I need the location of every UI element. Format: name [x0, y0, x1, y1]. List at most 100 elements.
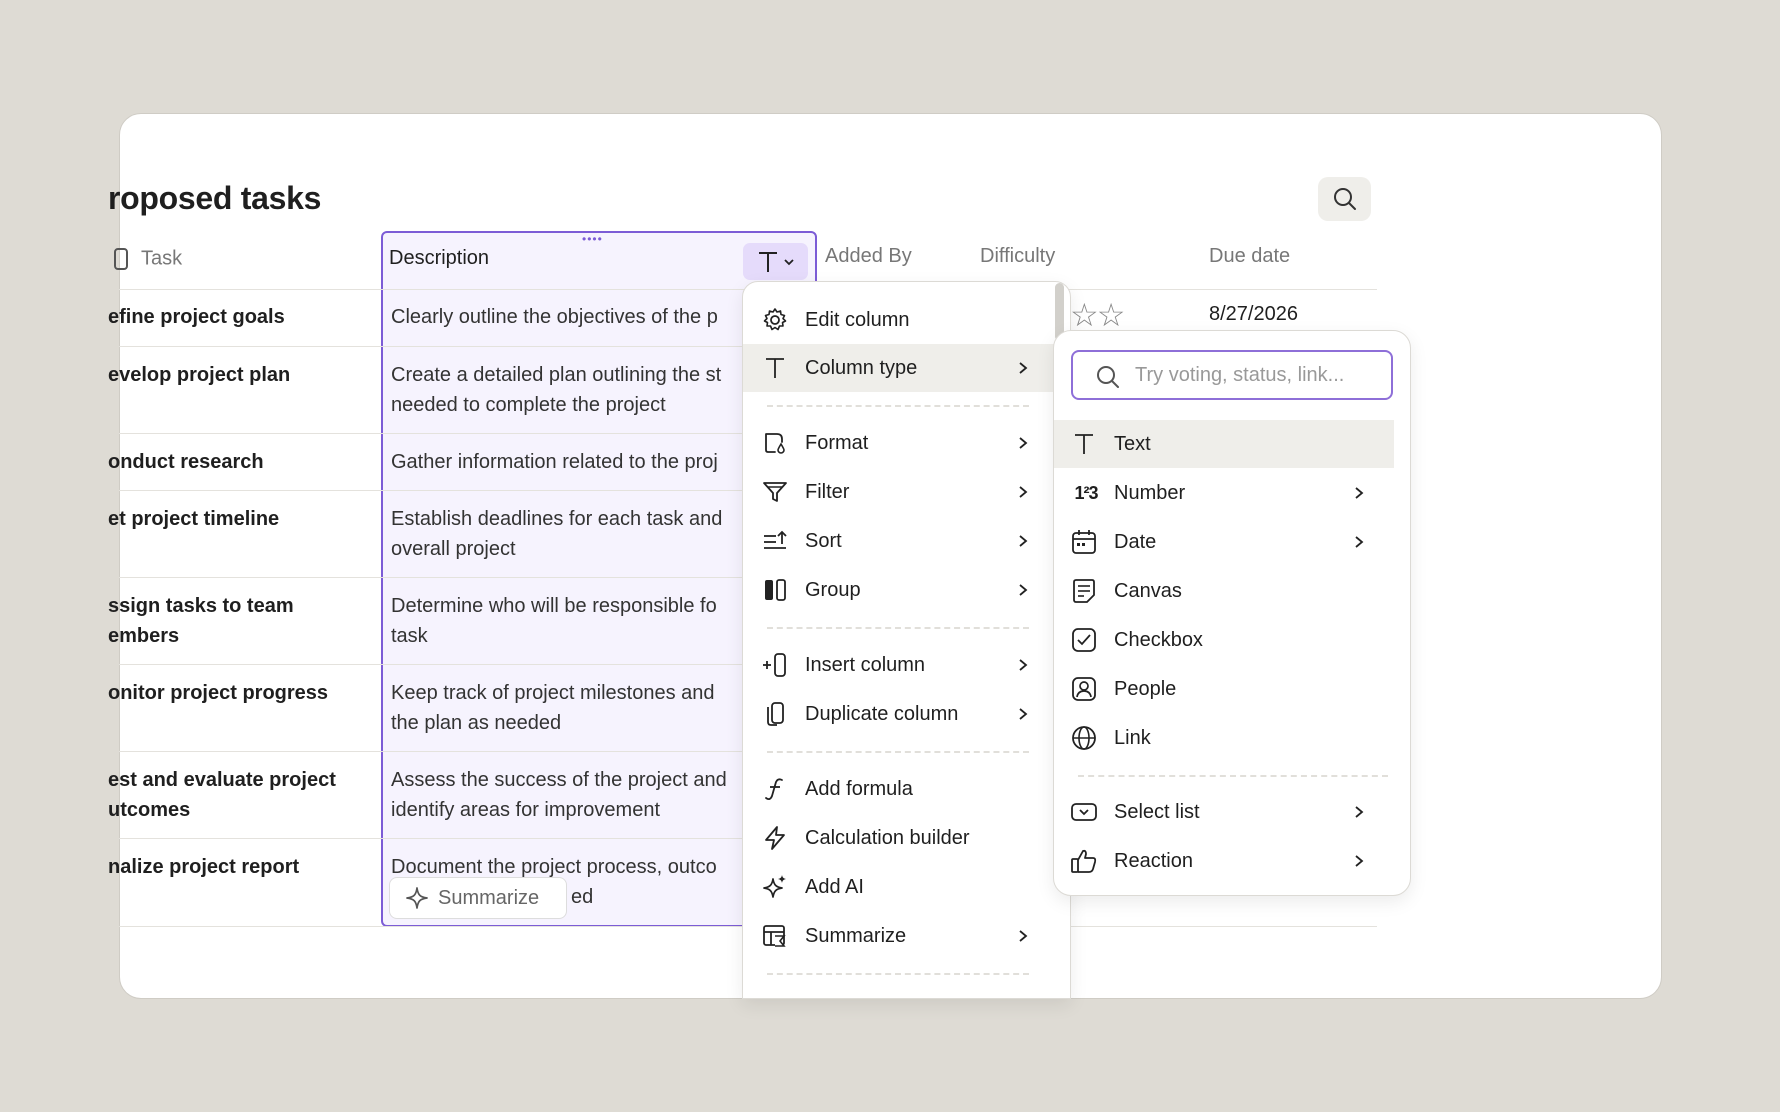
chevron-right-icon	[1019, 584, 1028, 596]
menu-item-duplicate-column[interactable]: Duplicate column	[743, 690, 1070, 738]
search-button[interactable]	[1318, 177, 1371, 221]
text-type-icon	[758, 251, 777, 272]
menu-item-label: Sort	[805, 529, 842, 552]
type-search-field[interactable]	[1071, 350, 1393, 400]
menu-item-sort[interactable]: Sort	[743, 517, 1070, 565]
type-item-label: Date	[1114, 530, 1157, 553]
description-cell[interactable]: Establish deadlines for each task and ove…	[391, 504, 743, 564]
type-item-label: Select list	[1114, 800, 1200, 823]
menu-divider	[1078, 775, 1388, 777]
type-item-checkbox[interactable]: Checkbox	[1054, 616, 1394, 664]
added-by-column-header[interactable]: Added By	[825, 245, 912, 268]
globe-icon	[1070, 724, 1098, 752]
description-cell[interactable]: Keep track of project milestones and the …	[391, 678, 743, 738]
checkbox-column-icon	[114, 248, 128, 270]
page-title: roposed tasks	[108, 180, 322, 216]
menu-item-label: Filter	[805, 480, 850, 503]
task-cell[interactable]: et project timeline	[108, 504, 279, 534]
type-search-input[interactable]	[1135, 364, 1375, 387]
task-cell[interactable]: ssign tasks to team embers	[108, 591, 294, 651]
menu-item-label: Edit column	[805, 308, 910, 331]
task-cell[interactable]: efine project goals	[108, 302, 285, 332]
number-icon: 1²3	[1074, 482, 1098, 503]
chevron-right-icon	[1355, 806, 1364, 818]
difficulty-stars[interactable]: ☆☆	[1070, 298, 1125, 332]
description-cell[interactable]: Assess the success of the project and ide…	[391, 765, 743, 825]
description-cell[interactable]: Gather information related to the proj	[391, 447, 743, 477]
due-date-cell[interactable]: 8/27/2026	[1209, 303, 1298, 326]
task-cell[interactable]: onitor project progress	[108, 678, 328, 708]
type-item-canvas[interactable]: Canvas	[1054, 567, 1394, 615]
sparkle-icon	[761, 873, 789, 901]
difficulty-column-header[interactable]: Difficulty	[980, 245, 1055, 268]
sort-icon	[761, 527, 789, 555]
menu-item-format[interactable]: Format	[743, 419, 1070, 467]
menu-item-label: Add AI	[805, 875, 864, 898]
column-type-button[interactable]	[743, 243, 808, 280]
menu-item-label: Add formula	[805, 777, 913, 800]
menu-divider	[767, 405, 1029, 407]
type-item-label: Number	[1114, 481, 1186, 504]
text-icon	[1070, 430, 1098, 458]
chevron-right-icon	[1019, 930, 1028, 942]
type-item-text[interactable]: Text	[1054, 420, 1394, 468]
calendar-icon	[1070, 528, 1098, 556]
task-cell[interactable]: nalize project report	[108, 852, 299, 882]
description-cell[interactable]: Create a detailed plan outlining the st n…	[391, 360, 743, 420]
text-type-icon	[761, 354, 789, 382]
summarize-button[interactable]: Summarize	[389, 877, 567, 919]
description-column-header[interactable]: Description	[389, 247, 489, 270]
menu-item-filter[interactable]: Filter	[743, 468, 1070, 516]
menu-item-edit-column[interactable]: Edit column	[743, 296, 1070, 344]
format-icon	[761, 429, 789, 457]
column-menu: Edit column Column type Format Filter So…	[742, 281, 1071, 999]
column-type-submenu: Text 1²3 Number Date Canvas Checkbox Peo…	[1053, 330, 1411, 896]
task-cell[interactable]: est and evaluate project utcomes	[108, 765, 336, 825]
checkbox-icon	[1070, 626, 1098, 654]
type-item-link[interactable]: Link	[1054, 714, 1394, 762]
task-column-header[interactable]: Task	[113, 247, 182, 271]
description-cell[interactable]: Clearly outline the objectives of the p	[391, 302, 743, 332]
search-icon	[1333, 188, 1356, 210]
duplicate-icon	[761, 700, 789, 728]
filter-icon	[761, 478, 789, 506]
menu-item-calculation-builder[interactable]: Calculation builder	[743, 814, 1070, 862]
menu-item-label: Column type	[805, 356, 918, 379]
task-cell[interactable]: evelop project plan	[108, 360, 290, 390]
formula-icon	[761, 775, 789, 803]
menu-item-column-type[interactable]: Column type	[743, 344, 1070, 392]
menu-item-add-formula[interactable]: Add formula	[743, 765, 1070, 813]
chevron-right-icon	[1019, 659, 1028, 671]
insert-column-icon	[761, 651, 789, 679]
chevron-right-icon	[1355, 487, 1364, 499]
description-cell[interactable]: Determine who will be responsible fo task	[391, 591, 743, 651]
task-header-label: Task	[141, 247, 183, 270]
chevron-right-icon	[1019, 437, 1028, 449]
menu-item-label: Group	[805, 578, 861, 601]
thumbs-up-icon	[1070, 847, 1098, 875]
column-drag-handle[interactable]: ••••	[582, 233, 603, 245]
menu-item-label: Summarize	[805, 924, 907, 947]
menu-item-add-ai[interactable]: Add AI	[743, 863, 1070, 911]
menu-item-group[interactable]: Group	[743, 566, 1070, 614]
summarize-label: Summarize	[438, 886, 540, 909]
chevron-right-icon	[1019, 362, 1028, 374]
type-item-people[interactable]: People	[1054, 665, 1394, 713]
menu-divider	[767, 627, 1029, 629]
menu-item-insert-column[interactable]: Insert column	[743, 641, 1070, 689]
type-item-select-list[interactable]: Select list	[1054, 788, 1394, 836]
people-icon	[1070, 675, 1098, 703]
task-cell[interactable]: onduct research	[108, 447, 264, 477]
type-item-number[interactable]: 1²3 Number	[1054, 469, 1394, 517]
due-date-column-header[interactable]: Due date	[1209, 245, 1290, 268]
menu-divider	[767, 751, 1029, 753]
type-item-label: Canvas	[1114, 579, 1182, 602]
type-item-date[interactable]: Date	[1054, 518, 1394, 566]
type-item-label: Text	[1114, 432, 1151, 455]
type-item-label: Link	[1114, 726, 1151, 749]
type-item-reaction[interactable]: Reaction	[1054, 837, 1394, 885]
summarize-icon	[761, 922, 789, 950]
lightning-icon	[761, 824, 789, 852]
select-list-icon	[1070, 798, 1098, 826]
menu-item-summarize[interactable]: Summarize	[743, 912, 1070, 960]
